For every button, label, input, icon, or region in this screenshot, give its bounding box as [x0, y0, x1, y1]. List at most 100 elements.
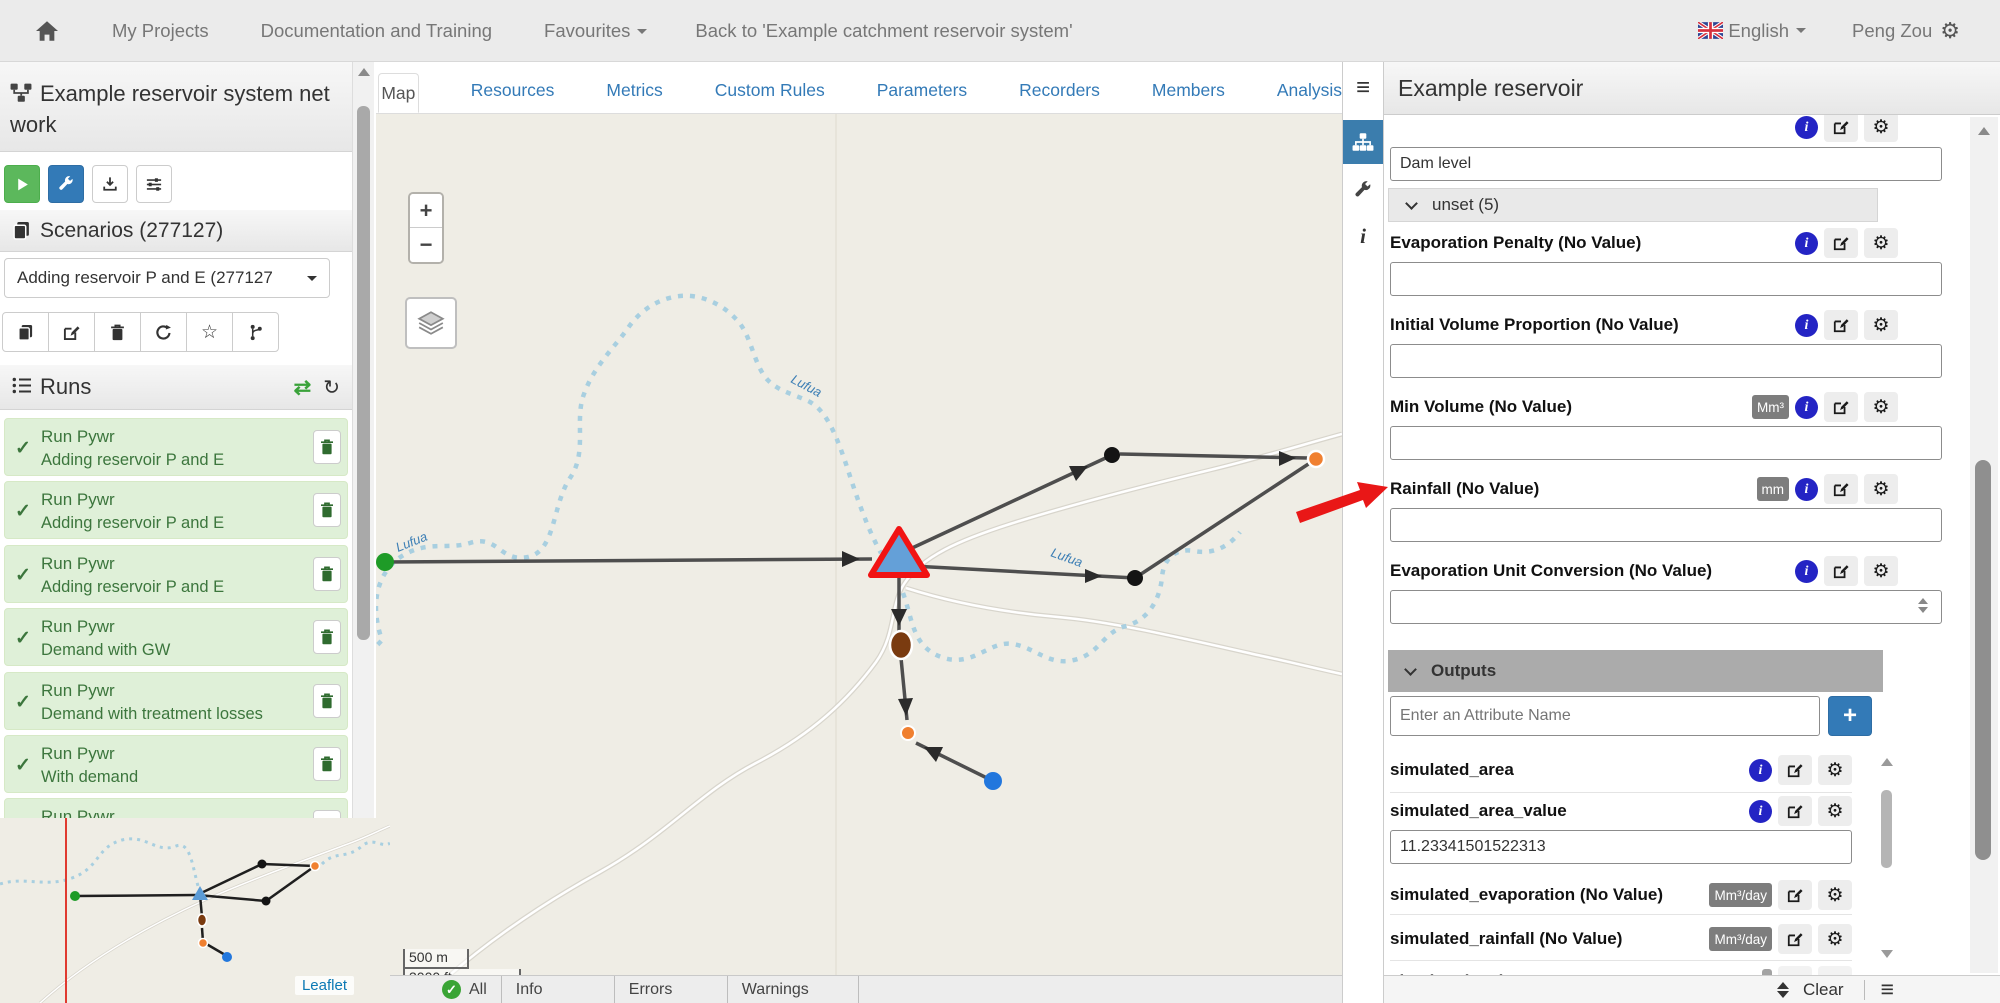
demand-node[interactable] [984, 772, 1002, 790]
gear-icon[interactable]: ⚙ [1864, 310, 1898, 340]
edit-icon[interactable] [1824, 392, 1858, 422]
run-item[interactable]: ✓ Run Pywr Demand with GW [4, 608, 348, 666]
outputs-section-header[interactable]: Outputs [1388, 650, 1883, 692]
gear-icon[interactable]: ⚙ [1864, 228, 1898, 258]
gear-icon[interactable]: ⚙ [1864, 392, 1898, 422]
status-filter-info[interactable]: Info [502, 976, 614, 1003]
tab-members[interactable]: Members [1152, 80, 1225, 113]
junction-node[interactable] [901, 726, 915, 740]
edit-icon[interactable] [1824, 115, 1858, 142]
run-item[interactable]: ✓ Run Pywr With demand [4, 735, 348, 793]
tab-metrics[interactable]: Metrics [606, 80, 662, 113]
gear-icon[interactable]: ⚙ [1864, 556, 1898, 586]
panel-scrollbar[interactable] [1970, 117, 1998, 973]
gear-icon[interactable]: ⚙ [1864, 474, 1898, 504]
tab-custom-rules[interactable]: Custom Rules [715, 80, 825, 113]
footer-menu-icon[interactable]: ≡ [1881, 976, 1894, 1003]
nav-my-projects[interactable]: My Projects [112, 20, 209, 42]
info-icon[interactable]: i [1795, 396, 1818, 419]
info-icon[interactable]: i [1795, 232, 1818, 255]
delete-run-button[interactable] [313, 430, 341, 464]
settings-sliders-button[interactable] [136, 165, 172, 203]
edit-icon[interactable] [1778, 796, 1812, 826]
attribute-number-input[interactable] [1390, 590, 1942, 624]
nav-documentation[interactable]: Documentation and Training [261, 20, 492, 42]
treatment-node[interactable] [890, 631, 912, 659]
delete-run-button[interactable] [313, 620, 341, 654]
gear-icon[interactable]: ⚙ [1818, 755, 1852, 785]
inflow-node[interactable] [376, 553, 394, 571]
language-selector[interactable]: English [1728, 20, 1789, 42]
layers-button[interactable] [405, 297, 457, 349]
tab-analysis[interactable]: Analysis [1277, 80, 1342, 113]
run-item[interactable]: ✓ Run Pywr Adding reservoir P and E [4, 418, 348, 476]
nav-favourites[interactable]: Favourites [544, 20, 647, 42]
reload-runs-icon[interactable]: ↻ [323, 375, 340, 400]
delete-scenario-button[interactable] [94, 312, 141, 352]
download-button[interactable] [92, 165, 128, 203]
status-filter-warnings[interactable]: Warnings [728, 976, 858, 1003]
attribute-value-input[interactable] [1390, 147, 1942, 181]
add-attribute-input[interactable] [1390, 696, 1820, 736]
unset-section-header[interactable]: unset (5) [1388, 188, 1878, 222]
gear-icon[interactable] [1818, 966, 1852, 975]
strip-network-tab[interactable] [1343, 120, 1383, 164]
refresh-scenario-button[interactable] [140, 312, 187, 352]
scrollbar-thumb[interactable] [1975, 460, 1991, 860]
edit-icon[interactable] [1824, 474, 1858, 504]
leaflet-map[interactable]: Lufua Lufua Lufua [376, 114, 1342, 975]
tab-map[interactable]: Map [378, 73, 419, 113]
edit-icon[interactable] [1824, 556, 1858, 586]
scroll-up-icon[interactable] [1881, 758, 1893, 766]
home-icon[interactable] [34, 20, 60, 42]
delete-run-button[interactable] [313, 493, 341, 527]
gear-icon[interactable]: ⚙ [1818, 796, 1852, 826]
edit-icon[interactable] [1778, 966, 1812, 975]
number-spinner[interactable] [1918, 598, 1928, 613]
edit-icon[interactable] [1778, 880, 1812, 910]
delete-run-button[interactable] [313, 684, 341, 718]
tab-resources[interactable]: Resources [471, 80, 555, 113]
leaflet-attribution[interactable]: Leaflet [295, 976, 354, 995]
edit-scenario-button[interactable] [48, 312, 95, 352]
outputs-scrollbar[interactable] [1878, 752, 1896, 964]
info-icon[interactable]: i [1795, 116, 1818, 139]
run-item[interactable]: ✓ Run Pywr Demand with treatment losses [4, 672, 348, 730]
attribute-value-input[interactable] [1390, 426, 1942, 460]
scroll-up-icon[interactable] [1978, 127, 1990, 135]
tab-parameters[interactable]: Parameters [877, 80, 967, 113]
delete-run-button[interactable] [313, 557, 341, 591]
user-menu[interactable]: Peng Zou [1852, 20, 1932, 42]
add-attribute-button[interactable]: + [1828, 696, 1872, 736]
panel-menu-icon[interactable]: ≡ [1343, 74, 1383, 102]
attribute-value-input[interactable] [1390, 344, 1942, 378]
branch-scenario-button[interactable] [232, 312, 279, 352]
attribute-value-input[interactable] [1390, 262, 1942, 296]
edit-icon[interactable] [1824, 228, 1858, 258]
configure-button[interactable] [48, 165, 84, 203]
info-icon[interactable]: i [1795, 560, 1818, 583]
edit-icon[interactable] [1778, 755, 1812, 785]
info-icon[interactable]: i [1749, 800, 1772, 823]
compare-runs-icon[interactable]: ⇄ [294, 375, 312, 400]
user-settings-gear-icon[interactable]: ⚙ [1940, 18, 1960, 44]
info-icon[interactable]: i [1795, 478, 1818, 501]
scenario-selector[interactable]: Adding reservoir P and E (277127 [4, 258, 330, 298]
run-item[interactable]: ✓ Run Pywr Adding reservoir P and E [4, 545, 348, 603]
gear-icon[interactable]: ⚙ [1818, 880, 1852, 910]
link-node[interactable] [1104, 447, 1120, 463]
output-value-input[interactable] [1390, 830, 1852, 864]
strip-tools-tab[interactable] [1343, 168, 1383, 212]
sort-icon[interactable] [1777, 982, 1789, 998]
edit-icon[interactable] [1824, 310, 1858, 340]
attribute-value-input[interactable] [1390, 508, 1942, 542]
status-filter-errors[interactable]: Errors [615, 976, 727, 1003]
scroll-down-icon[interactable] [1881, 950, 1893, 958]
outflow-node[interactable] [1308, 451, 1324, 467]
edit-icon[interactable] [1778, 924, 1812, 954]
run-button[interactable] [4, 165, 40, 203]
status-filter-all[interactable]: ✓ All [428, 976, 501, 1003]
run-item[interactable]: ✓ Run Pywr Adding reservoir P and E [4, 481, 348, 539]
overview-minimap[interactable]: Leaflet [0, 818, 390, 1003]
clone-scenario-button[interactable] [2, 312, 49, 352]
